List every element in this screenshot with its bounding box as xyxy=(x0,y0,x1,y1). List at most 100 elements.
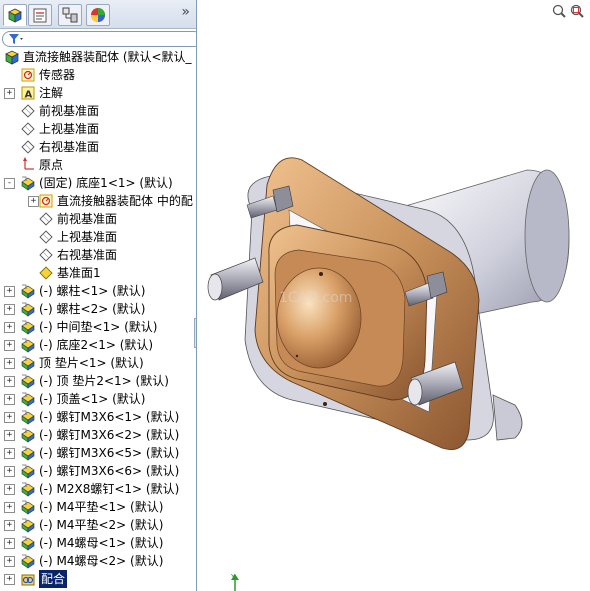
expand-icon[interactable]: + xyxy=(4,556,15,567)
expand-icon[interactable]: + xyxy=(4,358,15,369)
tree-item-label: (-) 顶盖<1> (默认) xyxy=(39,392,146,406)
expand-icon[interactable]: + xyxy=(4,484,15,495)
part-icon xyxy=(21,428,35,443)
part-icon xyxy=(21,554,35,569)
tree-item-component[interactable]: + (-) M4螺母<2> (默认) xyxy=(0,552,196,570)
tree-item-label: 传感器 xyxy=(39,68,76,82)
tree-item-label: (-) 中间垫<1> (默认) xyxy=(39,320,158,334)
tree-item-component[interactable]: + (-) 螺柱<2> (默认) xyxy=(0,300,196,318)
tree-item-label: (-) 螺钉M3X6<5> (默认) xyxy=(39,446,180,460)
part-icon xyxy=(21,176,35,191)
tree-item-component[interactable]: + (-) 螺钉M3X6<2> (默认) xyxy=(0,426,196,444)
tree-item-label: (固定) 底座1<1> (默认) xyxy=(39,176,173,190)
tree-item-label: (-) 螺钉M3X6<1> (默认) xyxy=(39,410,180,424)
tree-item-component[interactable]: + (-) 螺钉M3X6<6> (默认) xyxy=(0,462,196,480)
expand-icon[interactable]: + xyxy=(4,394,15,405)
tab-property-manager[interactable] xyxy=(28,4,52,26)
tree-item-base[interactable]: - (固定) 底座1<1> (默认) xyxy=(0,174,196,192)
tree-item-label: (-) 螺柱<1> (默认) xyxy=(39,284,146,298)
sensor-icon xyxy=(39,194,53,208)
tree-item-label: (-) 螺柱<2> (默认) xyxy=(39,302,146,316)
tree-item-top-plane[interactable]: 上视基准面 xyxy=(0,120,196,138)
tree-item-label: 顶 垫片<1> (默认) xyxy=(39,356,144,370)
plane-icon xyxy=(39,266,53,280)
tree-item-origin[interactable]: 原点 xyxy=(0,156,196,174)
tree-item-component[interactable]: + (-) 底座2<1> (默认) xyxy=(0,336,196,354)
tree-item-component[interactable]: + (-) 螺柱<1> (默认) xyxy=(0,282,196,300)
expand-icon[interactable]: + xyxy=(4,574,15,585)
expand-icon[interactable]: + xyxy=(4,430,15,441)
tree-root-assembly[interactable]: 直流接触器装配体 (默认<默认_ xyxy=(0,48,196,66)
tree-item-base-child[interactable]: 前视基准面 xyxy=(0,210,196,228)
expand-icon[interactable]: + xyxy=(4,286,15,297)
expand-icon[interactable]: + xyxy=(4,340,15,351)
tree-item-base-child[interactable]: + 直流接触器装配体 中的配 xyxy=(0,192,196,210)
tree-item-component[interactable]: + (-) 螺钉M3X6<1> (默认) xyxy=(0,408,196,426)
tree-item-label: (-) M4平垫<2> (默认) xyxy=(39,518,164,532)
tree-item-component[interactable]: + 顶 垫片<1> (默认) xyxy=(0,354,196,372)
tree-item-label: 配合 xyxy=(39,570,68,588)
assembly-3d-model[interactable]: 1CAD.com Y xyxy=(197,0,590,591)
tree-item-label: 前视基准面 xyxy=(57,212,118,226)
tree-item-label: (-) 底座2<1> (默认) xyxy=(39,338,154,352)
tab-display-manager[interactable] xyxy=(86,4,110,26)
expand-icon[interactable]: + xyxy=(4,412,15,423)
feature-tree-icon xyxy=(8,8,22,23)
coordinate-triad-icon: Y xyxy=(230,573,239,591)
expand-icon[interactable]: + xyxy=(4,520,15,531)
tab-configuration-manager[interactable] xyxy=(58,4,82,26)
tree-item-right-plane[interactable]: 右视基准面 xyxy=(0,138,196,156)
plane-icon xyxy=(39,212,53,226)
tree-item-mates[interactable]: + 配合 xyxy=(0,570,196,588)
part-icon xyxy=(21,356,35,371)
tree-item-label: 上视基准面 xyxy=(57,230,118,244)
tree-item-component[interactable]: + (-) 螺钉M3X6<5> (默认) xyxy=(0,444,196,462)
expand-icon[interactable]: + xyxy=(4,304,15,315)
tree-item-front-plane[interactable]: 前视基准面 xyxy=(0,102,196,120)
expand-icon[interactable]: + xyxy=(4,88,15,99)
part-icon xyxy=(21,500,35,515)
origin-icon xyxy=(23,157,34,170)
collapse-tabs-button[interactable]: » xyxy=(181,4,190,20)
part-icon xyxy=(21,320,35,335)
tree-item-label: (-) 螺钉M3X6<2> (默认) xyxy=(39,428,180,442)
tree-item-component[interactable]: + (-) 顶 垫片2<1> (默认) xyxy=(0,372,196,390)
part-icon xyxy=(21,482,35,497)
part-icon xyxy=(21,302,35,317)
watermark-text: 1CAD.com xyxy=(279,290,352,306)
expand-icon[interactable]: + xyxy=(4,376,15,387)
tree-item-component[interactable]: + (-) 顶盖<1> (默认) xyxy=(0,390,196,408)
tree-item-label: 右视基准面 xyxy=(39,140,100,154)
part-icon xyxy=(21,410,35,425)
property-manager-icon xyxy=(33,8,47,23)
graphics-viewport[interactable]: 1CAD.com Y xyxy=(197,0,590,591)
tree-item-label: 基准面1 xyxy=(57,266,101,280)
tree-item-base-child[interactable]: 右视基准面 xyxy=(0,246,196,264)
expand-icon[interactable]: + xyxy=(4,502,15,513)
collapse-icon[interactable]: - xyxy=(4,178,15,189)
tab-feature-manager[interactable] xyxy=(3,4,27,26)
filter-input[interactable] xyxy=(2,31,196,47)
part-icon xyxy=(21,374,35,389)
tree-item-component[interactable]: + (-) 中间垫<1> (默认) xyxy=(0,318,196,336)
tree-item-component[interactable]: + (-) M4螺母<1> (默认) xyxy=(0,534,196,552)
tree-item-base-child[interactable]: 基准面1 xyxy=(0,264,196,282)
tree-item-component[interactable]: + (-) M4平垫<1> (默认) xyxy=(0,498,196,516)
mates-icon xyxy=(21,574,35,586)
expand-icon[interactable]: + xyxy=(4,322,15,333)
expand-icon[interactable]: + xyxy=(4,448,15,459)
tree-item-label: (-) M2X8螺钉<1> (默认) xyxy=(39,482,180,496)
part-icon xyxy=(21,284,35,299)
plane-icon xyxy=(39,230,53,244)
tree-item-annotations[interactable]: + A 注解 xyxy=(0,84,196,102)
tree-item-component[interactable]: + (-) M4平垫<2> (默认) xyxy=(0,516,196,534)
triad-label: Y xyxy=(230,573,236,581)
tree-item-sensors[interactable]: 传感器 xyxy=(0,66,196,84)
expand-icon[interactable]: + xyxy=(4,538,15,549)
tree-item-label: 直流接触器装配体 (默认<默认_ xyxy=(23,50,192,64)
expand-icon[interactable]: + xyxy=(4,466,15,477)
tree-item-component[interactable]: + (-) M2X8螺钉<1> (默认) xyxy=(0,480,196,498)
part-icon xyxy=(21,536,35,551)
part-icon xyxy=(21,446,35,461)
tree-item-base-child[interactable]: 上视基准面 xyxy=(0,228,196,246)
